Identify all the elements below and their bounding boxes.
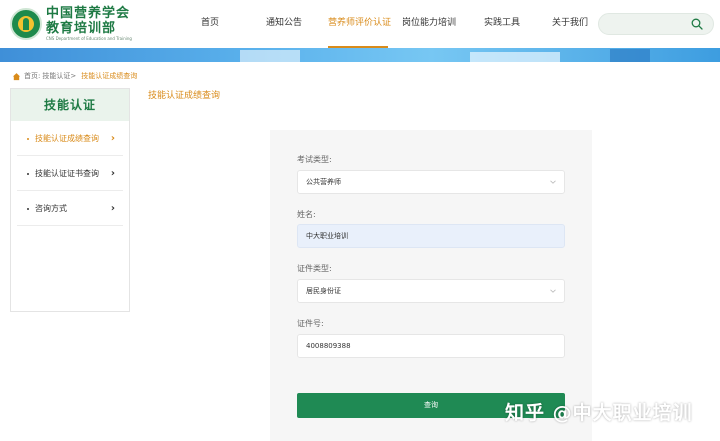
nav-item-certification[interactable]: 营养师评价认证 <box>328 0 391 48</box>
id-number-value: 4008809388 <box>306 342 351 350</box>
query-form: 考试类型: 公共营养师 姓名: 中大职业培训 证件类型: 居民身份证 证件号: … <box>270 130 592 441</box>
logo-seal-icon[interactable] <box>10 8 42 40</box>
breadcrumb-home[interactable]: 首页: <box>24 71 40 81</box>
nav-item-home[interactable]: 首页 <box>180 0 240 48</box>
id-type-select[interactable]: 居民身份证 <box>297 279 565 303</box>
id-number-field[interactable]: 4008809388 <box>297 334 565 358</box>
sidebar-item-label: 技能认证成绩查询 <box>35 134 99 143</box>
id-number-label: 证件号: <box>297 319 324 328</box>
logo-text[interactable]: 中国营养学会 教育培训部 CNS Department of Education… <box>46 6 156 42</box>
nav-item-tools[interactable]: 实践工具 <box>472 0 532 48</box>
sidebar-item-contact[interactable]: 咨询方式 › <box>17 191 123 226</box>
id-type-value: 居民身份证 <box>306 287 341 295</box>
sidebar-title: 技能认证 <box>11 89 129 121</box>
chevron-right-icon: › <box>110 168 115 179</box>
nav-item-training[interactable]: 岗位能力培训 <box>396 0 462 48</box>
breadcrumb: 首页: 技能认证> 技能认证成绩查询 <box>12 70 139 82</box>
sidebar-item-label: 咨询方式 <box>35 204 67 213</box>
name-field[interactable]: 中大职业培训 <box>297 224 565 248</box>
nav-item-notices[interactable]: 通知公告 <box>250 0 318 48</box>
logo-title: 中国营养学会 <box>46 6 131 21</box>
chevron-right-icon: › <box>110 203 115 214</box>
id-type-label: 证件类型: <box>297 264 332 273</box>
nav-item-about[interactable]: 关于我们 <box>540 0 600 48</box>
chevron-down-icon <box>550 289 556 293</box>
sidebar-item-score-query[interactable]: 技能认证成绩查询 › <box>17 121 123 156</box>
bullet-icon <box>27 137 29 140</box>
banner-strip <box>0 48 720 62</box>
main-nav: 首页 通知公告 营养师评价认证 岗位能力培训 实践工具 关于我们 <box>180 0 600 48</box>
watermark: 知乎 @中大职业培训 <box>505 402 693 424</box>
home-icon <box>12 72 21 80</box>
exam-type-value: 公共营养师 <box>306 178 341 186</box>
sidebar-item-certificate-query[interactable]: 技能认证证书查询 › <box>17 156 123 191</box>
exam-type-label: 考试类型: <box>297 155 332 164</box>
name-value: 中大职业培训 <box>306 232 348 240</box>
breadcrumb-current: 技能认证成绩查询 <box>81 72 138 80</box>
logo-subtitle: 教育培训部 <box>46 21 117 36</box>
exam-type-select[interactable]: 公共营养师 <box>297 170 565 194</box>
site-header: 中国营养学会 教育培训部 CNS Department of Education… <box>0 0 720 48</box>
chevron-right-icon: › <box>110 133 115 144</box>
sidebar-list: 技能认证成绩查询 › 技能认证证书查询 › 咨询方式 › <box>11 121 129 226</box>
breadcrumb-level1[interactable]: 技能认证> <box>42 71 76 81</box>
sidebar-item-label: 技能认证证书查询 <box>35 169 99 178</box>
search-icon[interactable] <box>691 18 703 30</box>
bullet-icon <box>27 207 29 210</box>
chevron-down-icon <box>550 180 556 184</box>
sidebar: 技能认证 技能认证成绩查询 › 技能认证证书查询 › 咨询方式 › <box>10 88 130 312</box>
search-input[interactable] <box>598 13 714 35</box>
logo-english: CNS Department of Education and Training <box>46 36 132 41</box>
name-label: 姓名: <box>297 210 316 219</box>
bullet-icon <box>27 172 29 175</box>
page-title: 技能认证成绩查询 <box>148 91 221 101</box>
